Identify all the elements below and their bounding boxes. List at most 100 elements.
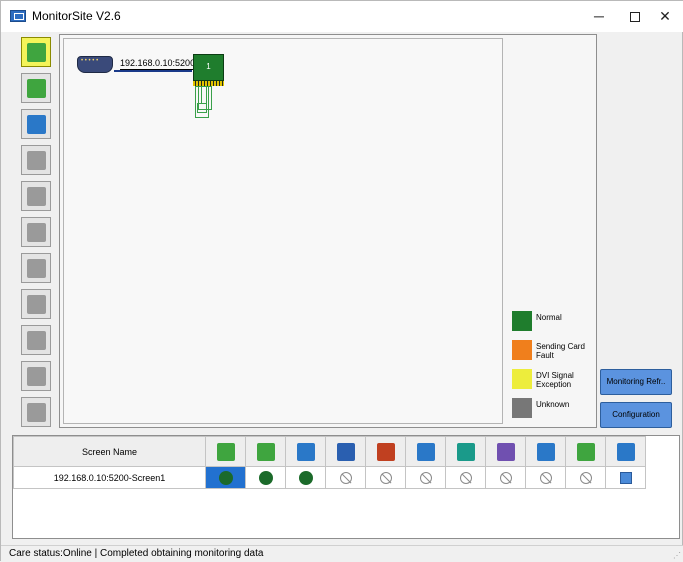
topology-area: 192.168.0.10:5200 1: [63, 38, 503, 424]
voltage-icon: [27, 295, 46, 314]
serial-port-icon[interactable]: [77, 56, 113, 73]
legend-label: Normal: [536, 313, 562, 322]
status-cell[interactable]: [525, 466, 566, 489]
toolbar-module-button[interactable]: [21, 397, 51, 427]
magnet-icon: [496, 442, 515, 461]
status-ok-icon: [218, 470, 233, 485]
sending-card-node[interactable]: 1: [193, 54, 224, 81]
main-window: MonitorSite V2.6 ─ ✕ 192.168.0.10:5200 1…: [0, 0, 683, 562]
not-available-icon: [339, 471, 352, 484]
status-bar: Care status:Online | Completed obtaining…: [1, 545, 683, 562]
voltage-icon: [456, 442, 475, 461]
legend-label: DVI Signal Exception: [536, 371, 574, 389]
not-available-icon: [419, 471, 432, 484]
humidity-icon: [27, 187, 46, 206]
column-header-door-exit[interactable]: [525, 436, 566, 467]
not-available-icon: [499, 471, 512, 484]
legend-swatch: [512, 398, 532, 418]
monitor-toolbar: [19, 37, 55, 427]
toolbar-magnet-button[interactable]: [21, 325, 51, 355]
status-text: Care status:Online | Completed obtaining…: [9, 548, 264, 559]
close-button[interactable]: ✕: [647, 1, 683, 32]
column-header-module[interactable]: [565, 436, 606, 467]
column-header-fan[interactable]: [405, 436, 446, 467]
legend-swatch: [512, 369, 532, 389]
column-header-network[interactable]: [605, 436, 646, 467]
controller-ip-label[interactable]: 192.168.0.10:5200: [120, 58, 196, 70]
status-cell[interactable]: [245, 466, 286, 489]
column-header-temperature[interactable]: [285, 436, 326, 467]
toolbar-cabinet-door-button[interactable]: [21, 145, 51, 175]
connection-line: [114, 70, 192, 72]
sending-card-icon: [216, 442, 235, 461]
status-cell[interactable]: [565, 466, 606, 489]
table-header-row: Screen Name: [13, 436, 646, 467]
app-icon: [10, 10, 26, 22]
toolbar-voltage-button[interactable]: [21, 289, 51, 319]
fan-icon: [27, 259, 46, 278]
magnet-icon: [27, 331, 46, 350]
door-exit-icon: [27, 367, 46, 386]
screen-table: Screen Name 192.168.0.10:5200-Screen1: [12, 435, 680, 539]
status-legend: Normal Sending Card Fault DVI Signal Excep…: [510, 311, 596, 421]
column-header-magnet[interactable]: [485, 436, 526, 467]
temperature-icon: [296, 442, 315, 461]
minimize-button[interactable]: ─: [581, 1, 617, 32]
temperature-icon: [27, 115, 46, 134]
smoke-icon: [27, 223, 46, 242]
column-header-sending-card[interactable]: [205, 436, 246, 467]
column-header-smoke[interactable]: [365, 436, 406, 467]
column-header-voltage[interactable]: [445, 436, 486, 467]
not-available-icon: [459, 471, 472, 484]
toolbar-smoke-button[interactable]: [21, 217, 51, 247]
receiving-card-icon: [256, 442, 275, 461]
fan-icon: [416, 442, 435, 461]
status-cell[interactable]: [485, 466, 526, 489]
legend-swatch: [512, 340, 532, 360]
module-icon: [27, 403, 46, 422]
toolbar-temperature-button[interactable]: [21, 109, 51, 139]
link-icon: [619, 471, 632, 484]
toolbar-fan-button[interactable]: [21, 253, 51, 283]
toolbar-sending-card-button[interactable]: [21, 37, 51, 67]
legend-label: Unknown: [536, 400, 570, 409]
toolbar-receiving-card-button[interactable]: [21, 73, 51, 103]
status-cell[interactable]: [365, 466, 406, 489]
not-available-icon: [579, 471, 592, 484]
table-row[interactable]: 192.168.0.10:5200-Screen1: [13, 466, 646, 489]
smoke-icon: [376, 442, 395, 461]
legend-label: Sending Card Fault: [536, 342, 585, 360]
title-bar: MonitorSite V2.6 ─ ✕: [1, 1, 683, 32]
window-title: MonitorSite V2.6: [32, 9, 121, 23]
not-available-icon: [379, 471, 392, 484]
receiving-card-node[interactable]: [197, 103, 207, 113]
status-ok-icon: [258, 470, 273, 485]
status-cell[interactable]: [285, 466, 326, 489]
status-cell[interactable]: [205, 466, 246, 489]
toolbar-door-exit-button[interactable]: [21, 361, 51, 391]
topology-canvas: 192.168.0.10:5200 1 Normal Sending Card F…: [59, 34, 597, 428]
screen-name-cell: 192.168.0.10:5200-Screen1: [13, 466, 206, 489]
cabinet-door-icon: [336, 442, 355, 461]
status-cell[interactable]: [325, 466, 366, 489]
toolbar-humidity-button[interactable]: [21, 181, 51, 211]
receiving-card-icon: [27, 79, 46, 98]
resize-grip-icon[interactable]: ⋰: [673, 551, 681, 560]
monitoring-refresh-button[interactable]: Monitoring Refr..: [600, 369, 672, 395]
cable-line: [201, 86, 207, 104]
network-icon: [616, 442, 635, 461]
screen-name-header[interactable]: Screen Name: [13, 436, 206, 467]
configuration-button[interactable]: Configuration: [600, 402, 672, 428]
door-exit-icon: [536, 442, 555, 461]
cabinet-door-icon: [27, 151, 46, 170]
legend-swatch: [512, 311, 532, 331]
status-cell[interactable]: [605, 466, 646, 489]
status-cell[interactable]: [445, 466, 486, 489]
sending-card-icon: [27, 43, 46, 62]
not-available-icon: [539, 471, 552, 484]
column-header-receiving-card[interactable]: [245, 436, 286, 467]
module-icon: [576, 442, 595, 461]
maximize-icon: [630, 12, 640, 23]
column-header-cabinet-door[interactable]: [325, 436, 366, 467]
status-cell[interactable]: [405, 466, 446, 489]
